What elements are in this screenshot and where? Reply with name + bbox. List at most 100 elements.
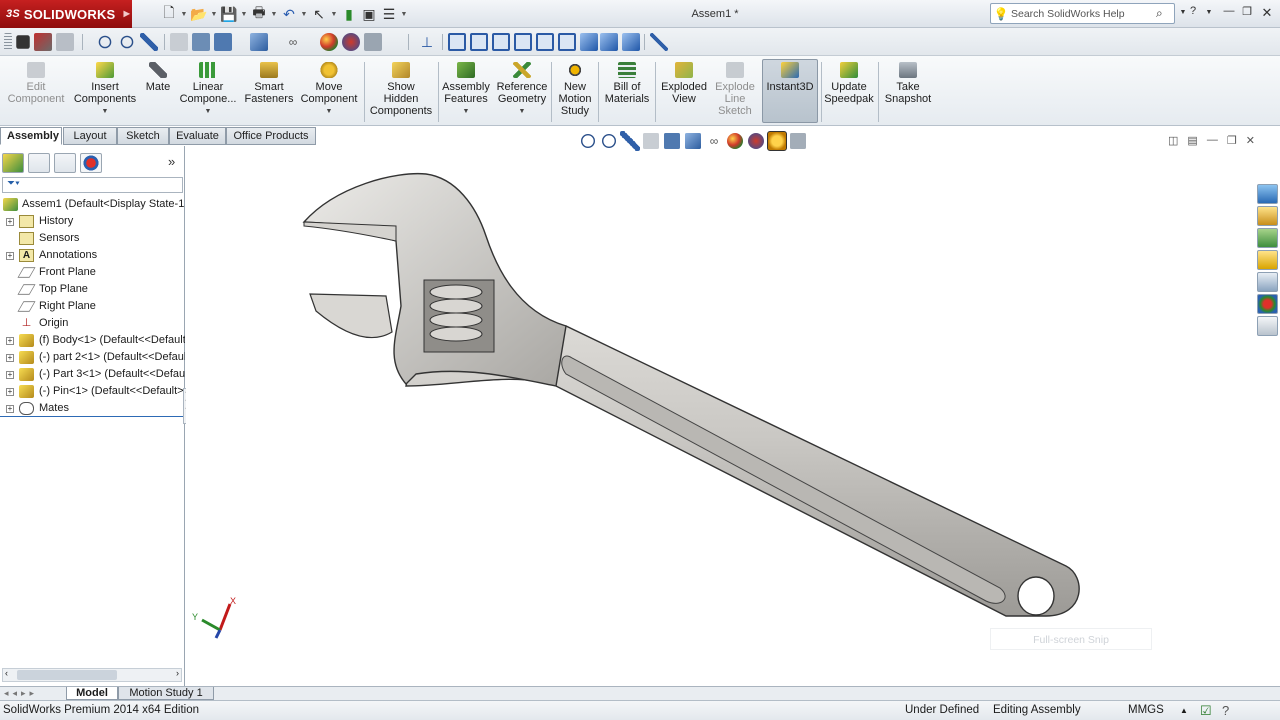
view-orientation-icon[interactable] <box>214 33 232 51</box>
display-manager-tab-icon[interactable] <box>80 153 102 173</box>
chevron-down-icon[interactable]: ▼ <box>180 11 188 18</box>
expand-icon[interactable]: + <box>6 405 14 413</box>
configuration-manager-tab-icon[interactable] <box>54 153 76 173</box>
tab-motion-study-1[interactable]: Motion Study 1 <box>118 687 214 700</box>
help-search-box[interactable]: 💡 Search SolidWorks Help ⌕ <box>990 3 1175 24</box>
filter-icon[interactable]: ⏷▾ <box>7 178 20 189</box>
scroll-right-icon[interactable]: › <box>176 668 179 678</box>
tab-evaluate[interactable]: Evaluate <box>169 127 226 145</box>
feature-manager-tab-icon[interactable] <box>2 153 24 173</box>
search-icon[interactable]: ⌕ <box>1156 6 1174 21</box>
section-view-icon[interactable] <box>170 33 188 51</box>
wrench-model[interactable]: X Y <box>186 146 1276 686</box>
open-folder-icon[interactable]: 📂 <box>190 6 208 23</box>
display-style-icon[interactable] <box>250 33 268 51</box>
tab-scroll-arrows-icon[interactable]: ◂◂▸▸ <box>4 688 38 699</box>
chevron-down-icon[interactable]: ▼ <box>240 11 248 18</box>
tab-layout[interactable]: Layout <box>63 127 117 145</box>
right-view-icon[interactable] <box>514 33 532 51</box>
view-settings-icon[interactable] <box>790 133 806 149</box>
hide-show-items-icon[interactable]: ∞ <box>284 33 302 51</box>
tree-filter[interactable]: ⏷▾ <box>2 177 183 193</box>
chevron-up-icon[interactable]: ▲ <box>1180 701 1188 720</box>
graphics-area[interactable]: X Y <box>186 146 1276 686</box>
chevron-down-icon[interactable]: ▼ <box>440 106 492 118</box>
reference-geometry-button[interactable]: Reference Geometry ▼ <box>494 60 550 124</box>
move-component-button[interactable]: Move Component ▼ <box>298 60 360 124</box>
solidworks-logo[interactable]: 3S SOLIDWORKS ▶ <box>0 0 132 28</box>
tree-item-part-2[interactable]: + (-) part 2<1> (Default<<Default> <box>0 349 185 366</box>
back-view-icon[interactable] <box>470 33 488 51</box>
chevron-down-icon[interactable]: ▼ <box>70 106 140 118</box>
chevron-down-icon[interactable]: ▼ <box>494 106 550 118</box>
chevron-down-icon[interactable]: ▼ <box>400 11 408 18</box>
expand-panel-icon[interactable]: » <box>168 154 175 169</box>
property-manager-tab-icon[interactable] <box>28 153 50 173</box>
camera-icon[interactable] <box>16 35 30 49</box>
scrollbar-thumb[interactable] <box>17 670 117 680</box>
edit-appearance-icon[interactable] <box>320 33 338 51</box>
edit-appearance-icon[interactable] <box>727 133 743 149</box>
save-icon[interactable]: 💾 <box>220 6 238 23</box>
render-icon[interactable] <box>34 33 52 51</box>
chevron-down-icon[interactable]: ▼ <box>1200 9 1218 25</box>
insert-components-button[interactable]: Insert Components ▼ <box>70 60 140 124</box>
assembly-features-button[interactable]: Assembly Features ▼ <box>440 60 492 124</box>
expand-icon[interactable]: + <box>6 252 14 260</box>
chevron-down-icon[interactable]: ▼ <box>210 11 218 18</box>
close-icon[interactable]: ✕ <box>1246 134 1255 147</box>
bottom-view-icon[interactable] <box>558 33 576 51</box>
front-view-icon[interactable] <box>448 33 466 51</box>
normal-to-icon[interactable]: ⊥ <box>418 33 436 51</box>
solidworks-resources-icon[interactable] <box>1257 184 1278 204</box>
custom-properties-icon[interactable] <box>1257 316 1278 336</box>
view-settings-icon[interactable] <box>364 33 382 51</box>
tree-item-body[interactable]: + (f) Body<1> (Default<<Default> <box>0 332 185 349</box>
explode-line-sketch-button[interactable]: Explode Line Sketch <box>712 60 758 124</box>
bill-of-materials-button[interactable]: Bill of Materials <box>602 60 652 124</box>
options-icon[interactable]: ☰ <box>380 6 398 23</box>
measure-icon[interactable] <box>650 33 668 51</box>
minimize-icon[interactable]: — <box>1220 5 1238 21</box>
smart-fasteners-button[interactable]: Smart Fasteners <box>242 60 296 124</box>
restore-icon[interactable]: ❐ <box>1238 5 1256 21</box>
tree-root[interactable]: Assem1 (Default<Display State-1>) <box>0 196 185 213</box>
minimize-icon[interactable]: — <box>1207 134 1218 147</box>
expand-icon[interactable]: + <box>6 371 14 379</box>
help-icon[interactable]: ? <box>1222 701 1229 720</box>
trimetric-view-icon[interactable] <box>600 33 618 51</box>
linear-component-pattern-button[interactable]: Linear Compone... ▼ <box>176 60 240 124</box>
tree-item-annotations[interactable]: + A Annotations <box>0 247 185 264</box>
screen-capture-icon[interactable] <box>56 33 74 51</box>
take-snapshot-button[interactable]: Take Snapshot <box>882 60 934 124</box>
new-document-icon[interactable]: 🗋 <box>160 2 178 26</box>
tree-item-mates[interactable]: + Mates <box>0 400 185 417</box>
chevron-down-icon[interactable]: ▼ <box>298 106 360 118</box>
view-palette-icon[interactable] <box>1257 272 1278 292</box>
tree-item-top-plane[interactable]: Top Plane <box>0 281 185 298</box>
tree-item-origin[interactable]: ⊥ Origin <box>0 315 185 332</box>
tile-view-icon[interactable]: ▤ <box>1187 134 1197 147</box>
dimetric-view-icon[interactable] <box>622 33 640 51</box>
chevron-down-icon[interactable]: ▼ <box>330 11 338 18</box>
file-properties-icon[interactable]: ▣ <box>360 6 378 23</box>
dynamic-annotation-icon[interactable] <box>192 33 210 51</box>
editing-mode[interactable]: Editing Assembly <box>993 701 1081 720</box>
help-search-input[interactable]: Search SolidWorks Help <box>1011 8 1156 20</box>
edit-component-button[interactable]: Edit Component <box>4 60 68 124</box>
select-arrow-icon[interactable]: ↖ <box>310 6 328 23</box>
realview-icon[interactable] <box>767 131 787 151</box>
apply-scene-icon[interactable] <box>342 33 360 51</box>
print-icon[interactable]: 🖶 <box>250 2 268 26</box>
scroll-left-icon[interactable]: ‹ <box>5 668 8 678</box>
tree-item-sensors[interactable]: Sensors <box>0 230 185 247</box>
home-icon[interactable] <box>1257 206 1278 226</box>
update-speedpak-button[interactable]: Update Speedpak <box>823 60 875 124</box>
chevron-down-icon[interactable]: ▼ <box>300 11 308 18</box>
menu-arrow-icon[interactable]: ▶ <box>124 9 130 18</box>
expand-icon[interactable]: + <box>6 354 14 362</box>
apply-scene-icon[interactable] <box>748 133 764 149</box>
restore-icon[interactable]: ❐ <box>1227 134 1237 147</box>
isometric-view-icon[interactable] <box>580 33 598 51</box>
hide-show-items-icon[interactable]: ∞ <box>704 131 724 151</box>
